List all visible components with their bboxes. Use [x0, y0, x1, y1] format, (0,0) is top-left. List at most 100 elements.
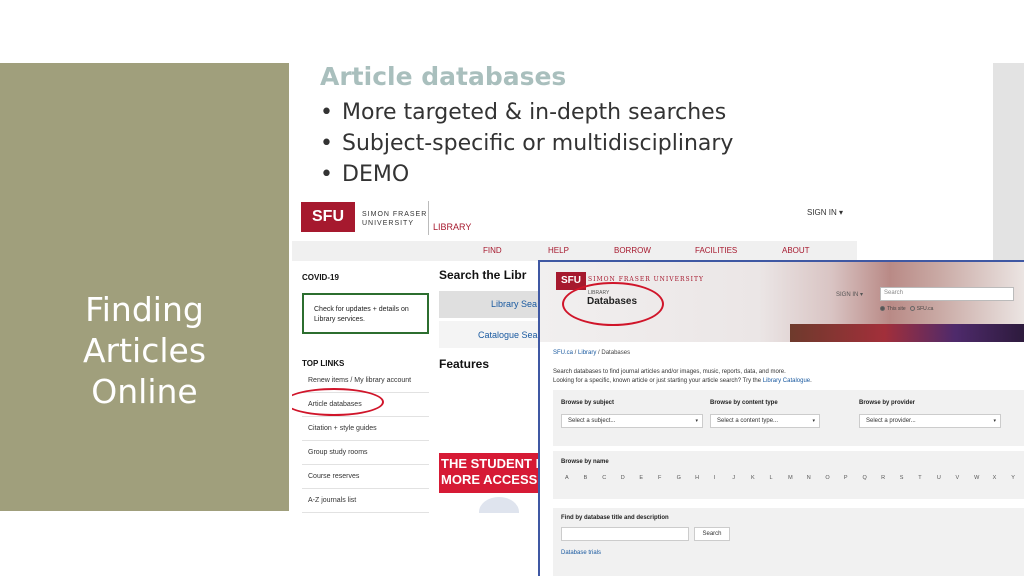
library-label[interactable]: LIBRARY — [433, 222, 471, 232]
browse-subject-label: Browse by subject — [561, 400, 615, 406]
browse-by-name-panel: Browse by name ABCDEFGHIJKLMNOPQRSTUVWXY… — [553, 451, 1024, 499]
browse-provider-label: Browse by provider — [859, 400, 916, 406]
top-link-citation[interactable]: Citation + style guides — [302, 417, 429, 441]
highlight-circle — [562, 282, 664, 326]
breadcrumb-current: Databases — [601, 350, 631, 356]
nav-facilities[interactable]: FACILITIES — [695, 246, 737, 255]
header-image-band — [790, 324, 1024, 342]
chevron-down-icon: ▾ — [812, 418, 815, 424]
letter-link[interactable]: H — [695, 475, 714, 481]
bullet-icon: • — [320, 162, 333, 187]
letter-link[interactable]: L — [770, 475, 789, 481]
slide: Finding Articles Online Article database… — [0, 0, 1024, 576]
covid-heading: COVID-19 — [302, 273, 339, 282]
databases-page-screenshot: SFU SIMON FRASER UNIVERSITY LIBRARY Data… — [538, 260, 1024, 576]
search-button[interactable]: Search — [694, 527, 730, 541]
top-link-study-rooms[interactable]: Group study rooms — [302, 441, 429, 465]
university-name-line: UNIVERSITY — [362, 220, 415, 227]
features-heading: Features — [439, 357, 490, 371]
bullet-list: • More targeted & in-depth searches • Subj… — [320, 98, 733, 191]
scope-label: SFU.ca — [916, 306, 934, 312]
bullet-icon: • — [320, 131, 333, 156]
tab-catalogue-search[interactable]: Catalogue Sea — [439, 321, 549, 348]
university-name: SIMON FRASER UNIVERSITY — [362, 210, 427, 228]
select-value: Select a subject... — [568, 418, 616, 424]
letter-link[interactable]: A — [565, 475, 584, 481]
scope-label: This site — [887, 306, 906, 312]
top-links-heading: TOP LINKS — [302, 359, 345, 368]
tab-label: Library Sea — [491, 299, 538, 309]
feature-banner[interactable]: THE STUDENT LEA MORE ACCESSIBI — [439, 453, 549, 493]
nav-find[interactable]: FIND — [483, 246, 502, 255]
scope-radio-sfu[interactable] — [909, 306, 915, 312]
letter-link[interactable]: S — [900, 475, 919, 481]
breadcrumb-link[interactable]: Library — [578, 350, 596, 356]
covid-notice-link[interactable]: Check for updates + details on Library s… — [302, 293, 429, 334]
breadcrumb-link[interactable]: SFU.ca — [553, 350, 573, 356]
tab-library-search[interactable]: Library Sea — [439, 291, 549, 318]
letter-link[interactable]: T — [918, 475, 937, 481]
database-title-input[interactable] — [561, 527, 689, 541]
sign-in-button[interactable]: SIGN IN ▾ — [807, 208, 843, 217]
search-scope: This site SFU.ca — [880, 306, 933, 312]
banner-line: MORE ACCESSIBI — [441, 472, 549, 487]
breadcrumb: SFU.ca / Library / Databases — [553, 350, 631, 356]
catalogue-link[interactable]: Library Catalogue — [763, 378, 810, 384]
letter-link[interactable]: Q — [863, 475, 882, 481]
scope-radio-this-site[interactable] — [880, 306, 885, 312]
letter-link[interactable]: E — [639, 475, 658, 481]
section-heading: Article databases — [320, 62, 567, 91]
letter-link[interactable]: G — [677, 475, 696, 481]
description-line: Search databases to find journal article… — [553, 369, 786, 375]
logo-divider — [428, 201, 429, 235]
bullet-icon: • — [320, 100, 333, 125]
letter-link[interactable]: R — [881, 475, 900, 481]
content-type-select[interactable]: Select a content type... ▾ — [710, 414, 820, 428]
select-value: Select a content type... — [717, 418, 779, 424]
letter-link[interactable]: Y — [1011, 475, 1024, 481]
letter-link[interactable]: U — [937, 475, 956, 481]
letter-link[interactable]: N — [807, 475, 826, 481]
letter-link[interactable]: O — [825, 475, 844, 481]
letter-link[interactable]: P — [844, 475, 863, 481]
site-search-input[interactable]: Search — [880, 287, 1014, 301]
sfu-logo[interactable]: SFU — [301, 202, 355, 232]
bullet-item: • Subject-specific or multidisciplinary — [320, 129, 733, 160]
letter-link[interactable]: J — [732, 475, 751, 481]
database-trials-link[interactable]: Database trials — [561, 550, 601, 556]
page-description: Search databases to find journal article… — [553, 368, 812, 386]
letter-link[interactable]: F — [658, 475, 677, 481]
select-value: Select a provider... — [866, 418, 916, 424]
browse-content-label: Browse by content type — [710, 400, 778, 406]
chevron-down-icon: ▾ — [695, 418, 698, 424]
letter-link[interactable]: X — [993, 475, 1012, 481]
nav-about[interactable]: ABOUT — [782, 246, 810, 255]
letter-link[interactable]: W — [974, 475, 993, 481]
main-nav: FIND HELP BORROW FACILITIES ABOUT — [292, 241, 857, 261]
bullet-text: DEMO — [342, 162, 410, 187]
top-link-journals[interactable]: A-Z journals list — [302, 489, 429, 513]
chevron-down-icon: ▾ — [993, 418, 996, 424]
slide-title-line: Finding — [85, 290, 204, 329]
letter-link[interactable]: K — [751, 475, 770, 481]
nav-borrow[interactable]: BORROW — [614, 246, 651, 255]
subject-select[interactable]: Select a subject... ▾ — [561, 414, 703, 428]
top-link-course-reserves[interactable]: Course reserves — [302, 465, 429, 489]
browse-panel: Browse by subject Select a subject... ▾ B… — [553, 390, 1024, 446]
nav-help[interactable]: HELP — [548, 246, 569, 255]
provider-select[interactable]: Select a provider... ▾ — [859, 414, 1001, 428]
decorative-bubble — [479, 497, 519, 513]
letter-link[interactable]: B — [584, 475, 603, 481]
bullet-item: • DEMO — [320, 160, 733, 191]
bullet-text: Subject-specific or multidisciplinary — [342, 131, 734, 156]
letter-link[interactable]: I — [714, 475, 733, 481]
letter-link[interactable]: D — [621, 475, 640, 481]
letter-link[interactable]: C — [602, 475, 621, 481]
description-line: Looking for a specific, known article or… — [553, 378, 812, 384]
title-panel: Finding Articles Online — [0, 63, 289, 511]
description-text: Looking for a specific, known article or… — [553, 378, 763, 384]
sign-in-button[interactable]: SIGN IN ▾ — [836, 291, 863, 298]
letter-link[interactable]: V — [955, 475, 974, 481]
find-by-title-panel: Find by database title and description S… — [553, 508, 1024, 576]
letter-link[interactable]: M — [788, 475, 807, 481]
